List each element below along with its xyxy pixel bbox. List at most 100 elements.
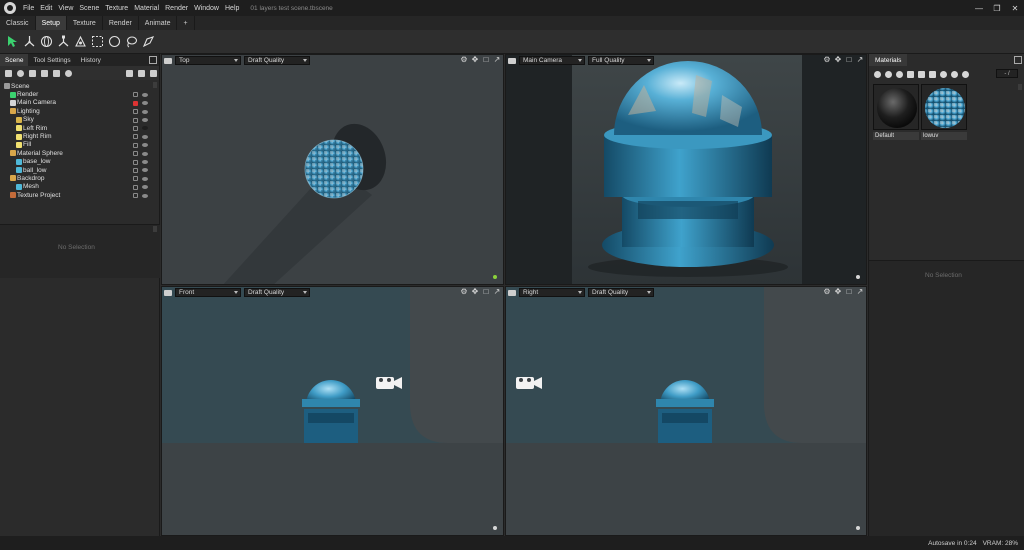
material-lowuv[interactable]: lowuv xyxy=(921,84,968,140)
trash-icon[interactable] xyxy=(147,67,159,79)
camera-dropdown[interactable]: Right xyxy=(519,288,585,297)
scene-tree-item[interactable]: base_low xyxy=(0,158,152,166)
material-default[interactable]: Default xyxy=(873,84,920,140)
move-icon[interactable]: ✥ xyxy=(471,56,479,64)
scene-tree-item[interactable]: Render xyxy=(0,90,152,98)
visibility-eye-icon[interactable] xyxy=(142,193,148,198)
duplicate-material-icon[interactable] xyxy=(883,69,894,80)
visibility-eye-icon[interactable] xyxy=(142,176,148,181)
quality-dropdown[interactable]: Full Quality xyxy=(588,56,654,65)
lock-icon[interactable] xyxy=(133,92,138,98)
menu-edit[interactable]: Edit xyxy=(37,5,55,12)
scene-tree-item[interactable]: Right Rim xyxy=(0,132,152,140)
add-camera-icon[interactable] xyxy=(26,67,38,79)
add-texture-icon[interactable] xyxy=(62,67,74,79)
scene-tree-item[interactable]: Left Rim xyxy=(0,124,152,132)
circle-select-icon[interactable] xyxy=(106,33,123,50)
lock-icon[interactable] xyxy=(133,134,138,140)
visibility-eye-icon[interactable] xyxy=(142,92,148,97)
quality-dropdown[interactable]: Draft Quality xyxy=(244,288,310,297)
select-arrow-icon[interactable] xyxy=(4,33,21,50)
scene-tree-item[interactable]: ball_low xyxy=(0,166,152,174)
tab-animate[interactable]: Animate xyxy=(139,16,178,30)
maximize-viewport-icon[interactable]: □ xyxy=(845,56,853,64)
gear-icon[interactable]: ⚙ xyxy=(460,288,468,296)
lock-icon[interactable] xyxy=(133,151,138,157)
tab-texture[interactable]: Texture xyxy=(67,16,103,30)
open-material-icon[interactable] xyxy=(916,69,927,80)
scene-tree-item[interactable]: Main Camera xyxy=(0,99,152,107)
scene-tree-item[interactable]: Lighting xyxy=(0,107,152,115)
tab-render[interactable]: Render xyxy=(103,16,139,30)
move-icon[interactable]: ✥ xyxy=(834,56,842,64)
camera-dropdown[interactable]: Front xyxy=(175,288,241,297)
menu-material[interactable]: Material xyxy=(131,5,162,12)
viewport-main-camera[interactable]: Main Camera Full Quality ⚙ ✥ □ ↗ xyxy=(505,54,867,285)
minimize-icon[interactable]: — xyxy=(970,0,988,16)
lock-icon[interactable] xyxy=(133,117,138,123)
scene-tree-scrollbar[interactable] xyxy=(153,82,157,88)
visibility-eye-icon[interactable] xyxy=(142,160,148,165)
lock-icon[interactable] xyxy=(133,176,138,182)
gear-icon[interactable]: ⚙ xyxy=(460,56,468,64)
lock-icon[interactable] xyxy=(133,109,138,115)
menu-scene[interactable]: Scene xyxy=(76,5,102,12)
menu-render[interactable]: Render xyxy=(162,5,191,12)
menu-file[interactable]: File xyxy=(20,5,37,12)
menu-view[interactable]: View xyxy=(55,5,76,12)
quality-dropdown[interactable]: Draft Quality xyxy=(588,288,654,297)
visibility-eye-icon[interactable] xyxy=(142,101,148,106)
folder-icon[interactable] xyxy=(905,69,916,80)
maximize-viewport-icon[interactable]: □ xyxy=(482,56,490,64)
visibility-eye-icon[interactable] xyxy=(142,109,148,114)
scene-tree-item[interactable]: Scene xyxy=(0,82,152,90)
scene-tree-item[interactable]: Material Sphere xyxy=(0,149,152,157)
tab-tool-settings[interactable]: Tool Settings xyxy=(28,54,75,66)
maximize-viewport-icon[interactable]: □ xyxy=(482,288,490,296)
visibility-eye-icon[interactable] xyxy=(142,126,148,131)
popout-icon[interactable]: ↗ xyxy=(856,288,864,296)
trash-icon[interactable] xyxy=(927,69,938,80)
camera-dropdown[interactable]: Top xyxy=(175,56,241,65)
tab-materials[interactable]: Materials xyxy=(869,54,908,66)
move-icon[interactable]: ✥ xyxy=(834,288,842,296)
materials-scrollbar[interactable] xyxy=(1018,84,1022,90)
lock-icon[interactable] xyxy=(133,125,138,131)
eyedropper-icon[interactable] xyxy=(938,69,949,80)
scene-tree-item[interactable]: Backdrop xyxy=(0,174,152,182)
popout-icon[interactable]: ↗ xyxy=(856,56,864,64)
paint-select-icon[interactable] xyxy=(140,33,157,50)
lasso-icon[interactable] xyxy=(123,33,140,50)
menu-texture[interactable]: Texture xyxy=(102,5,131,12)
scale-icon[interactable] xyxy=(55,33,72,50)
move-icon[interactable]: ✥ xyxy=(471,288,479,296)
visibility-eye-icon[interactable] xyxy=(142,143,148,148)
visibility-eye-icon[interactable] xyxy=(142,185,148,190)
add-mesh-icon[interactable] xyxy=(50,67,62,79)
tab-setup[interactable]: Setup xyxy=(35,16,67,30)
close-icon[interactable]: ✕ xyxy=(1006,0,1024,16)
rotate-icon[interactable] xyxy=(38,33,55,50)
tab-classic[interactable]: Classic xyxy=(0,16,36,30)
visibility-eye-icon[interactable] xyxy=(142,118,148,123)
expand-panel-icon[interactable] xyxy=(149,56,157,64)
gear-icon[interactable]: ⚙ xyxy=(823,56,831,64)
lock-icon[interactable] xyxy=(133,142,138,148)
scene-tree-item[interactable]: Sky xyxy=(0,116,152,124)
tab-scene[interactable]: Scene xyxy=(0,54,29,66)
add-object-icon[interactable] xyxy=(2,67,14,79)
scene-tree-item[interactable]: Fill xyxy=(0,141,152,149)
lock-icon[interactable] xyxy=(133,167,138,173)
lock-icon[interactable] xyxy=(133,184,138,190)
visibility-eye-icon[interactable] xyxy=(142,168,148,173)
transform-icon[interactable] xyxy=(21,33,38,50)
viewport-top[interactable]: Top Draft Quality ⚙ ✥ □ ↗ xyxy=(161,54,504,285)
lock-icon[interactable] xyxy=(133,159,138,165)
visibility-eye-icon[interactable] xyxy=(142,151,148,156)
quality-dropdown[interactable]: Draft Quality xyxy=(244,56,310,65)
folder-icon[interactable] xyxy=(123,67,135,79)
viewport-front[interactable]: Front Draft Quality ⚙ ✥ □ ↗ xyxy=(161,286,504,536)
camera-dropdown[interactable]: Main Camera xyxy=(519,56,585,65)
gear-icon[interactable]: ⚙ xyxy=(823,288,831,296)
menu-help[interactable]: Help xyxy=(222,5,242,12)
